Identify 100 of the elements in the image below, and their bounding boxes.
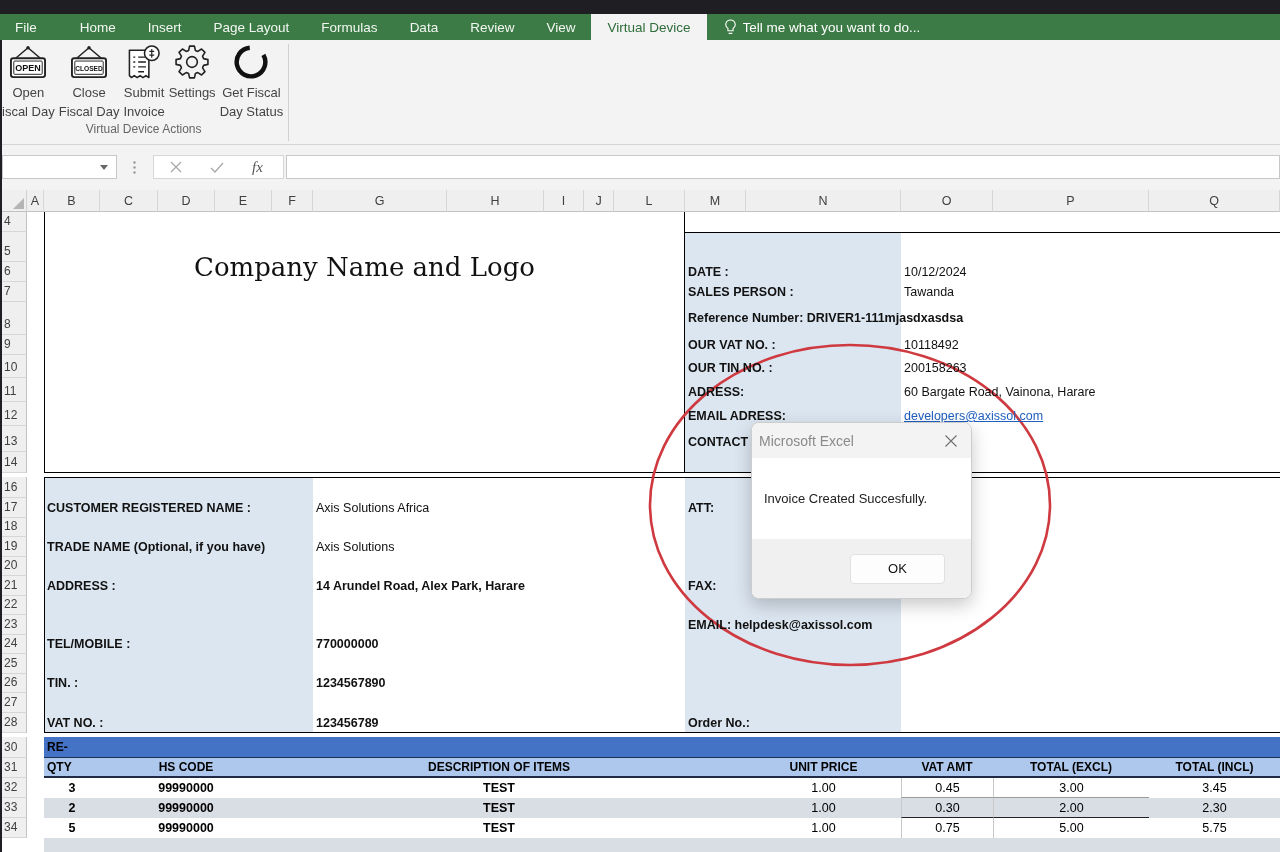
column-header[interactable]: B (44, 190, 100, 212)
column-header[interactable]: P (993, 190, 1149, 212)
table-cell: 0.45 (935, 780, 960, 795)
column-header[interactable]: M (685, 190, 746, 212)
column-header[interactable]: J (584, 190, 614, 212)
field-label: ATT: (688, 501, 715, 516)
row-header[interactable]: 26 (2, 674, 27, 693)
ribbon-button[interactable]: OPEN Open iscal Day (2, 44, 57, 121)
row-header[interactable]: 27 (2, 693, 27, 713)
ribbon-tab[interactable]: View (530, 14, 592, 40)
ribbon-tab[interactable]: Insert (131, 14, 198, 40)
row-header[interactable]: 4 (2, 212, 27, 232)
column-header[interactable]: D (158, 190, 215, 212)
ribbon-group-label: Virtual Device Actions (85, 121, 202, 137)
ribbon-button[interactable]: Get Fiscal Day Status (217, 44, 286, 121)
column-header[interactable]: A (27, 190, 44, 212)
row-header[interactable]: 19 (2, 537, 27, 557)
insert-function-button[interactable]: fx (252, 158, 263, 176)
column-header[interactable]: H (447, 190, 544, 212)
row-header[interactable]: 25 (2, 654, 27, 674)
column-header[interactable]: UNIT PRICE (789, 760, 858, 774)
table-cell: 0.30 (935, 800, 960, 815)
column-header[interactable]: C (100, 190, 158, 212)
ribbon-tab[interactable]: Data (393, 14, 455, 40)
field-label: EMAIL ADRESS: (688, 409, 786, 424)
column-header[interactable]: L (614, 190, 685, 212)
name-box-field[interactable] (2, 155, 117, 179)
tell-me-search-field[interactable]: Tell me what you want to do... (742, 19, 973, 35)
check-icon[interactable] (210, 161, 224, 173)
row-header[interactable]: 30 (2, 737, 27, 758)
column-header[interactable]: N (746, 190, 901, 212)
row-header[interactable]: 9 (2, 335, 27, 355)
row-header[interactable]: 16 (2, 477, 27, 498)
row-header[interactable]: 10 (2, 355, 27, 378)
vertical-dots-icon[interactable] (133, 160, 136, 174)
table-cell: 2.00 (1059, 800, 1084, 815)
select-all-icon[interactable] (13, 198, 24, 209)
ribbon-tab[interactable]: File (0, 14, 64, 40)
row-header[interactable]: 33 (2, 798, 27, 818)
field-label: Order No.: (688, 716, 750, 731)
row-header[interactable]: 17 (2, 498, 27, 518)
formula-input-field[interactable] (286, 155, 1280, 179)
close-icon[interactable] (945, 434, 957, 447)
row-header[interactable]: 7 (2, 282, 27, 302)
row-header[interactable]: 12 (2, 402, 27, 426)
gear-icon (174, 45, 211, 79)
row-header[interactable]: 18 (2, 518, 27, 537)
select-all-corner[interactable] (2, 190, 27, 212)
row-header[interactable]: 11 (2, 378, 27, 402)
column-header[interactable]: HS CODE (158, 760, 214, 774)
field-label: VAT NO. : (47, 716, 104, 731)
row-header[interactable]: 14 (2, 452, 27, 473)
row-header[interactable]: 21 (2, 576, 27, 596)
ribbon-tab[interactable]: Page Layout (197, 14, 306, 40)
column-header[interactable]: Q (1149, 190, 1280, 212)
field-label: DATE : (688, 265, 729, 280)
field-label: Reference Number: DRIVER1-111mjasdxasdsa (688, 311, 964, 326)
column-header[interactable]: E (215, 190, 272, 212)
row-header[interactable]: 20 (2, 557, 27, 576)
field-value: 770000000 (316, 637, 379, 652)
column-header[interactable]: G (313, 190, 447, 212)
field-label: FAX: (688, 579, 717, 594)
column-header[interactable]: F (272, 190, 313, 212)
lightbulb-icon (724, 19, 736, 35)
dropdown-caret-icon[interactable] (100, 164, 108, 170)
column-header[interactable]: VAT AMT (921, 760, 973, 774)
row-header[interactable]: 8 (2, 302, 27, 335)
row-header[interactable]: 23 (2, 615, 27, 635)
dialog-title: Microsoft Excel (759, 432, 854, 449)
table-cell: 2 (68, 801, 76, 815)
row-header[interactable]: 32 (2, 778, 27, 798)
ribbon-button[interactable]: Settings (166, 44, 218, 102)
row-header[interactable]: 6 (2, 262, 27, 282)
row-header[interactable]: 34 (2, 818, 27, 838)
table-cell: 5 (68, 821, 76, 835)
row-header[interactable]: 13 (2, 426, 27, 452)
column-header[interactable]: I (544, 190, 584, 212)
row-header[interactable]: 5 (2, 232, 27, 262)
row-header[interactable]: 24 (2, 635, 27, 654)
column-header[interactable]: TOTAL (EXCL) (1030, 760, 1112, 774)
column-header[interactable]: DESCRIPTION OF ITEMS (428, 760, 570, 774)
cancel-icon[interactable] (170, 161, 182, 173)
row-header[interactable]: 31 (2, 758, 27, 778)
ribbon-tab[interactable]: Home (63, 14, 132, 40)
column-header[interactable]: TOTAL (INCL) (1175, 760, 1254, 774)
field-value: 123456789 (316, 716, 379, 731)
ribbon-tab[interactable]: Formulas (305, 14, 394, 40)
dialog-message: Invoice Created Succesfully. (764, 491, 928, 506)
column-header[interactable]: QTY (47, 760, 72, 774)
column-header[interactable]: O (901, 190, 993, 212)
ribbon-tab[interactable]: Review (454, 14, 531, 40)
ribbon-tab[interactable]: Virtual Device (591, 14, 707, 40)
ribbon-button[interactable]: Submit Invoice (121, 44, 167, 121)
table-cell: 99990000 (158, 781, 214, 795)
ok-button[interactable]: OK (850, 553, 945, 584)
row-header[interactable]: 22 (2, 596, 27, 615)
field-label: TRADE NAME (Optional, if you have) (47, 540, 266, 555)
field-value: 10118492 (904, 338, 959, 353)
table-cell: 99990000 (158, 821, 214, 835)
row-header[interactable]: 28 (2, 713, 27, 733)
